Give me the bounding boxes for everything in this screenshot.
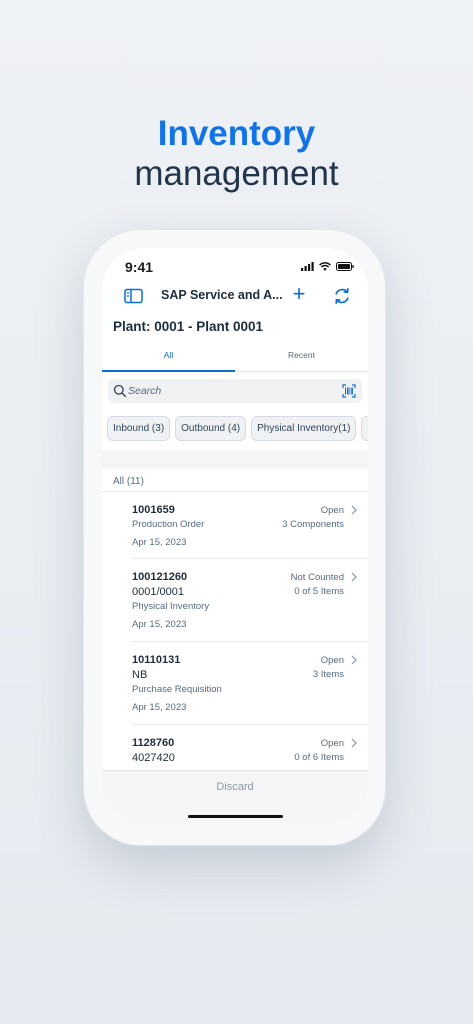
list-item[interactable]: 100121260 0001/0001 Physical Inventory A… <box>132 559 368 642</box>
wifi-icon <box>319 262 331 271</box>
search-bar[interactable]: Search <box>108 379 362 403</box>
battery-icon <box>336 262 354 271</box>
bottom-toolbar: Discard <box>102 770 368 825</box>
search-input[interactable]: Search <box>128 385 161 397</box>
item-type: Physical Inventory <box>132 601 210 612</box>
tab-recent[interactable]: Recent <box>235 350 368 360</box>
item-status: Open <box>320 738 344 749</box>
item-id: 100121260 <box>132 571 188 583</box>
tab-active-indicator <box>102 370 235 372</box>
list-group-header: All (11) <box>102 469 368 492</box>
chevron-right-icon <box>351 738 357 748</box>
section-divider <box>102 450 368 469</box>
item-reference: NB <box>132 669 148 681</box>
item-type: Purchase Requisition <box>132 684 222 695</box>
home-indicator <box>188 815 283 818</box>
sync-icon[interactable] <box>332 286 352 306</box>
item-id: 10110131 <box>132 654 181 666</box>
list-item[interactable]: 10110131 NB Purchase Requisition Apr 15,… <box>132 642 368 725</box>
group-label: All (11) <box>113 476 144 487</box>
item-count: 3 Components <box>282 519 344 530</box>
signal-icon <box>301 262 314 271</box>
item-date: Apr 15, 2023 <box>132 702 187 713</box>
chevron-right-icon <box>351 655 357 665</box>
app-title: SAP Service and A... <box>161 288 283 302</box>
item-count: 3 Items <box>312 669 344 680</box>
headline-line-1: Inventory <box>157 114 316 153</box>
filter-more[interactable]: P <box>361 416 368 441</box>
filter-physical-inventory[interactable]: Physical Inventory(1) <box>251 416 357 441</box>
tab-bar: All Recent <box>102 346 368 372</box>
item-reference: 4027420 <box>132 752 175 764</box>
chevron-right-icon <box>351 505 357 515</box>
status-time: 9:41 <box>125 259 154 275</box>
status-icons <box>301 262 354 271</box>
item-date: Apr 15, 2023 <box>132 619 187 630</box>
barcode-scan-icon[interactable] <box>342 384 356 398</box>
status-bar: 9:41 <box>102 259 368 277</box>
discard-button[interactable]: Discard <box>102 781 368 793</box>
filter-outbound[interactable]: Outbound (4) <box>175 416 247 441</box>
item-count: 0 of 5 Items <box>294 586 344 597</box>
document-list: 1001659 Production Order Apr 15, 2023 Op… <box>102 492 368 805</box>
app-screen: 9:41 SAP Service and A... + Plant: 0001 … <box>102 248 368 825</box>
tab-all[interactable]: All <box>102 350 235 360</box>
list-item[interactable]: 1001659 Production Order Apr 15, 2023 Op… <box>132 492 368 559</box>
item-status: Not Counted <box>290 572 344 583</box>
sidebar-toggle-icon[interactable] <box>124 288 143 304</box>
item-reference: 0001/0001 <box>132 586 184 598</box>
item-date: Apr 15, 2023 <box>132 537 187 548</box>
item-count: 0 of 6 Items <box>294 752 344 763</box>
chevron-right-icon <box>351 572 357 582</box>
promo-headline: Inventory management <box>0 114 473 194</box>
add-button[interactable]: + <box>290 283 308 306</box>
nav-bar: SAP Service and A... + <box>102 283 368 308</box>
item-id: 1128760 <box>132 737 175 749</box>
page-title: Plant: 0001 - Plant 0001 <box>113 319 264 334</box>
search-icon <box>113 384 127 398</box>
item-status: Open <box>320 505 344 516</box>
filter-chips: Inbound (3) Outbound (4) Physical Invent… <box>107 416 368 442</box>
item-type: Production Order <box>132 519 205 530</box>
headline-line-2: management <box>134 154 339 193</box>
filter-inbound[interactable]: Inbound (3) <box>107 416 171 441</box>
item-status: Open <box>320 655 344 666</box>
item-id: 1001659 <box>132 504 175 516</box>
